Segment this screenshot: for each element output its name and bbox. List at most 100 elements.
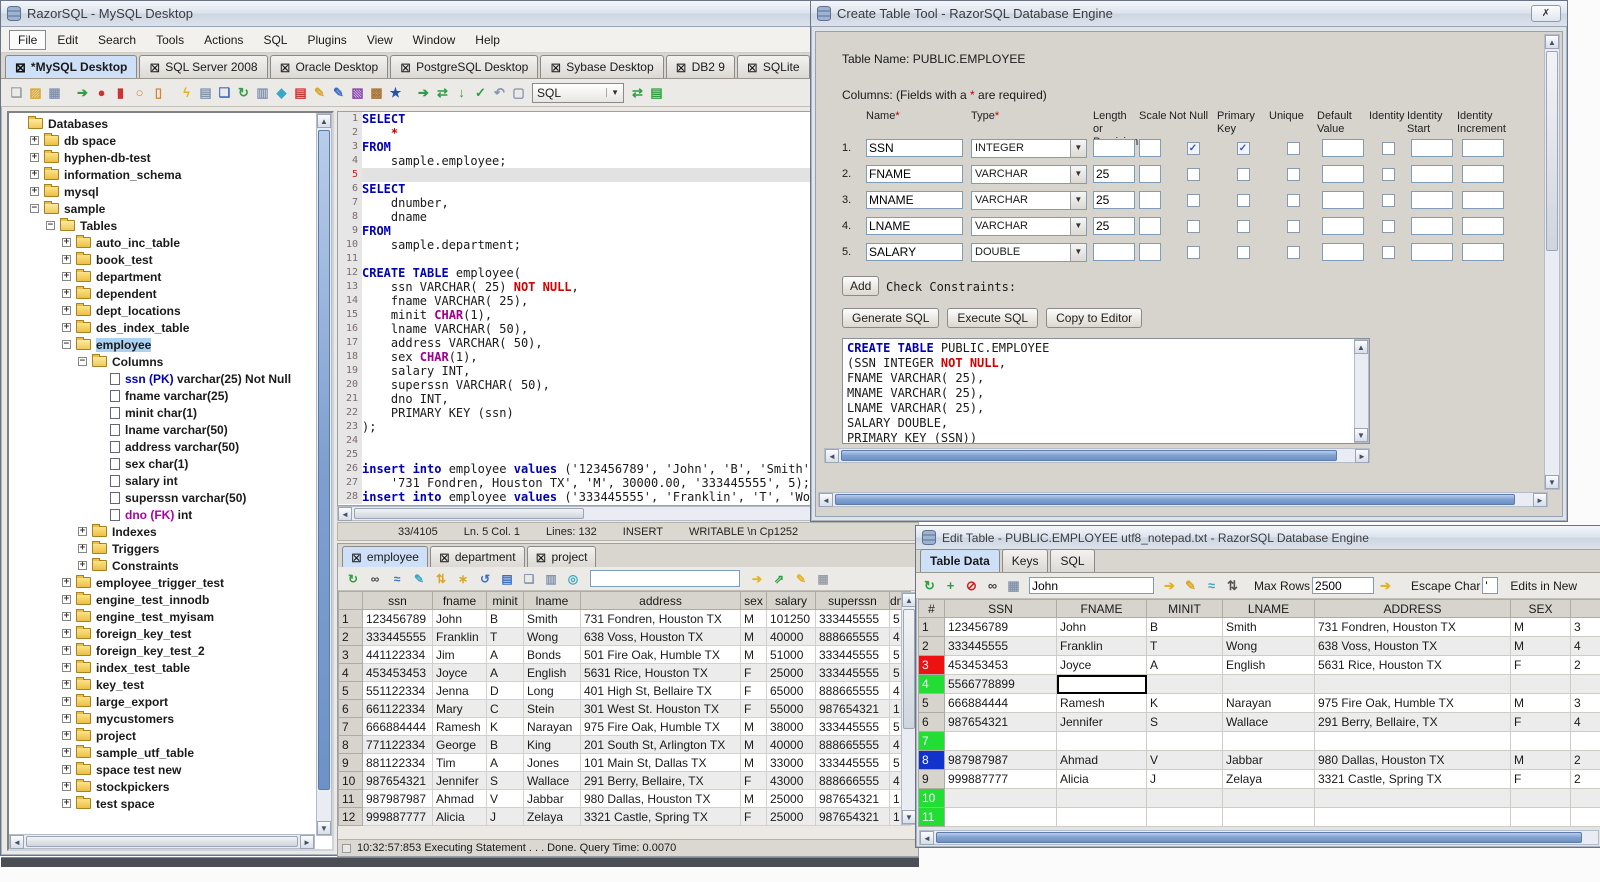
unique-checkbox[interactable] <box>1286 245 1300 259</box>
reconnect-icon[interactable]: ⇄ <box>433 83 452 102</box>
cell[interactable]: 731 Fondren, Houston TX <box>1314 617 1511 637</box>
table-row[interactable]: 5 666884444 Ramesh K Narayan 975 Fire Oak, Hu… <box>918 693 1600 713</box>
sql-mode-dropdown[interactable]: SQL ▼ <box>532 82 624 103</box>
identity-start-input[interactable] <box>1411 243 1453 261</box>
cell[interactable]: 123456789 <box>362 609 433 628</box>
cell[interactable] <box>1570 674 1600 694</box>
cell[interactable]: 40000 <box>766 627 816 646</box>
cell[interactable]: M <box>740 717 767 736</box>
identity-increment-input[interactable] <box>1462 139 1504 157</box>
sql-hscroll-thumb[interactable] <box>841 450 1337 461</box>
delete-row-icon[interactable]: ⊘ <box>962 576 981 595</box>
copy-to-editor-button[interactable]: Copy to Editor <box>1046 308 1143 328</box>
cell[interactable] <box>1222 674 1315 694</box>
default-value-input[interactable] <box>1322 139 1364 157</box>
edit-table-grid[interactable]: # SSN FNAME MINIT LNAME ADDRESS SEX 1 123456789 J… <box>918 599 1600 827</box>
results-grid[interactable]: ssn fname minit lname address sex salary supers… <box>338 591 912 826</box>
cell[interactable]: 888665555 <box>815 735 890 754</box>
tree-item-des_index_table[interactable]: + des_index_table <box>10 319 315 336</box>
column-header-FNAME[interactable]: FNAME <box>1056 599 1147 618</box>
cell[interactable]: King <box>523 735 581 754</box>
tree-item-sex-char-1-[interactable]: sex char(1) <box>10 455 315 472</box>
table-row[interactable]: 7 666884444 Ramesh K Narayan 975 Fire Oak, Hu… <box>338 717 912 736</box>
cell[interactable]: Narayan <box>523 717 581 736</box>
disconnect-icon[interactable]: ● <box>92 83 111 102</box>
tree-item-employee[interactable]: − employee <box>10 336 315 353</box>
table-row[interactable]: 2 333445555 Franklin T Wong 638 Voss, Houston… <box>338 627 912 646</box>
tree-item-project[interactable]: + project <box>10 727 315 744</box>
menu-item-view[interactable]: View <box>358 30 402 50</box>
expand-icon[interactable]: + <box>62 799 71 808</box>
cell[interactable] <box>1314 674 1511 694</box>
table-row[interactable]: 9 999887777 Alicia J Zelaya 3321 Castle, Spri… <box>918 769 1600 789</box>
column-type-select[interactable]: VARCHAR ▼ <box>971 190 1087 210</box>
edit-cell-icon[interactable]: ✎ <box>790 570 812 588</box>
default-value-input[interactable] <box>1322 191 1364 209</box>
expand-icon[interactable]: + <box>62 748 71 757</box>
cell[interactable]: J <box>486 807 524 826</box>
go-icon[interactable]: ➔ <box>414 83 433 102</box>
scroll-right-icon[interactable]: ► <box>1355 449 1369 463</box>
results-tab-employee[interactable]: ⊠ employee <box>342 546 428 567</box>
column-header-ADDRESS[interactable]: ADDRESS <box>1314 599 1511 618</box>
cell[interactable] <box>1314 807 1511 827</box>
cell[interactable]: 401 High St, Bellaire TX <box>580 681 741 700</box>
cell[interactable] <box>1056 788 1147 808</box>
table-row[interactable]: 2 333445555 Franklin T Wong 638 Voss, Houston… <box>918 636 1600 656</box>
generated-sql-preview[interactable]: CREATE TABLE PUBLIC.EMPLOYEE (SSN INTEGER… <box>842 338 1370 444</box>
cell[interactable]: Smith <box>523 609 581 628</box>
cell[interactable]: 453453453 <box>944 655 1057 675</box>
expand-icon[interactable]: + <box>62 697 71 706</box>
expand-icon[interactable]: + <box>62 306 71 315</box>
unique-checkbox[interactable] <box>1286 219 1300 233</box>
scale-input[interactable] <box>1139 139 1161 157</box>
tree-item-mycustomers[interactable]: + mycustomers <box>10 710 315 727</box>
unique-checkbox[interactable] <box>1286 167 1300 181</box>
cell[interactable]: Franklin <box>1056 636 1147 656</box>
edit-tab-keys[interactable]: Keys <box>1001 549 1049 572</box>
tree-item-triggers[interactable]: + Triggers <box>10 540 315 557</box>
cell[interactable]: 333445555 <box>362 627 433 646</box>
cell[interactable] <box>1146 788 1223 808</box>
compare-icon[interactable]: ◆ <box>272 83 291 102</box>
connection-tab--mysql-desktop[interactable]: ⊠ *MySQL Desktop <box>5 55 138 78</box>
expand-icon[interactable]: + <box>62 680 71 689</box>
close-icon[interactable]: ⊠ <box>149 61 160 74</box>
cell[interactable]: 987654321 <box>362 771 433 790</box>
close-icon[interactable]: ⊠ <box>351 551 362 564</box>
cell[interactable]: 987654321 <box>815 807 890 826</box>
length-input[interactable] <box>1093 217 1135 235</box>
cell[interactable]: John <box>1056 617 1147 637</box>
cell[interactable]: 2 <box>1570 750 1600 770</box>
favorites-icon[interactable]: ★ <box>386 83 405 102</box>
cell[interactable]: Alicia <box>432 807 487 826</box>
cell[interactable]: J <box>1146 769 1223 789</box>
row-number[interactable]: 9 <box>918 769 945 789</box>
cell[interactable]: B <box>1146 617 1223 637</box>
fetch-icon[interactable]: ↓ <box>452 83 471 102</box>
expand-icon[interactable]: + <box>62 663 71 672</box>
table-row[interactable]: 5 551122334 Jenna D Long 401 High St, Bellair… <box>338 681 912 700</box>
cell[interactable]: Franklin <box>432 627 487 646</box>
cell[interactable]: 2 <box>1570 655 1600 675</box>
filter-icon[interactable]: ≈ <box>386 570 408 588</box>
not-null-checkbox[interactable] <box>1186 167 1200 181</box>
cell[interactable]: 980 Dallas, Houston TX <box>580 789 741 808</box>
collapse-icon[interactable]: − <box>78 357 87 366</box>
close-icon[interactable]: ⊠ <box>15 61 26 74</box>
not-null-checkbox[interactable] <box>1186 245 1200 259</box>
table-row[interactable]: 10 987654321 Jennifer S Wallace 291 Berry, Be… <box>338 771 912 790</box>
tree-item-indexes[interactable]: + Indexes <box>10 523 315 540</box>
table-row[interactable]: 1 123456789 John B Smith 731 Fondren, Houston… <box>338 609 912 628</box>
cell[interactable]: 333445555 <box>815 645 890 664</box>
edit-tab-table-data[interactable]: Table Data <box>920 549 1000 572</box>
cell[interactable]: 3321 Castle, Spring TX <box>580 807 741 826</box>
cell[interactable]: 55000 <box>766 699 816 718</box>
editor-hscroll-thumb[interactable] <box>354 508 584 519</box>
close-icon[interactable]: ⊠ <box>400 61 411 74</box>
cell[interactable]: M <box>740 735 767 754</box>
tree-item-foreign_key_test[interactable]: + foreign_key_test <box>10 625 315 642</box>
rollback-icon[interactable]: ○ <box>130 83 149 102</box>
cell[interactable]: Wong <box>523 627 581 646</box>
add-column-button[interactable]: Add <box>842 276 880 296</box>
